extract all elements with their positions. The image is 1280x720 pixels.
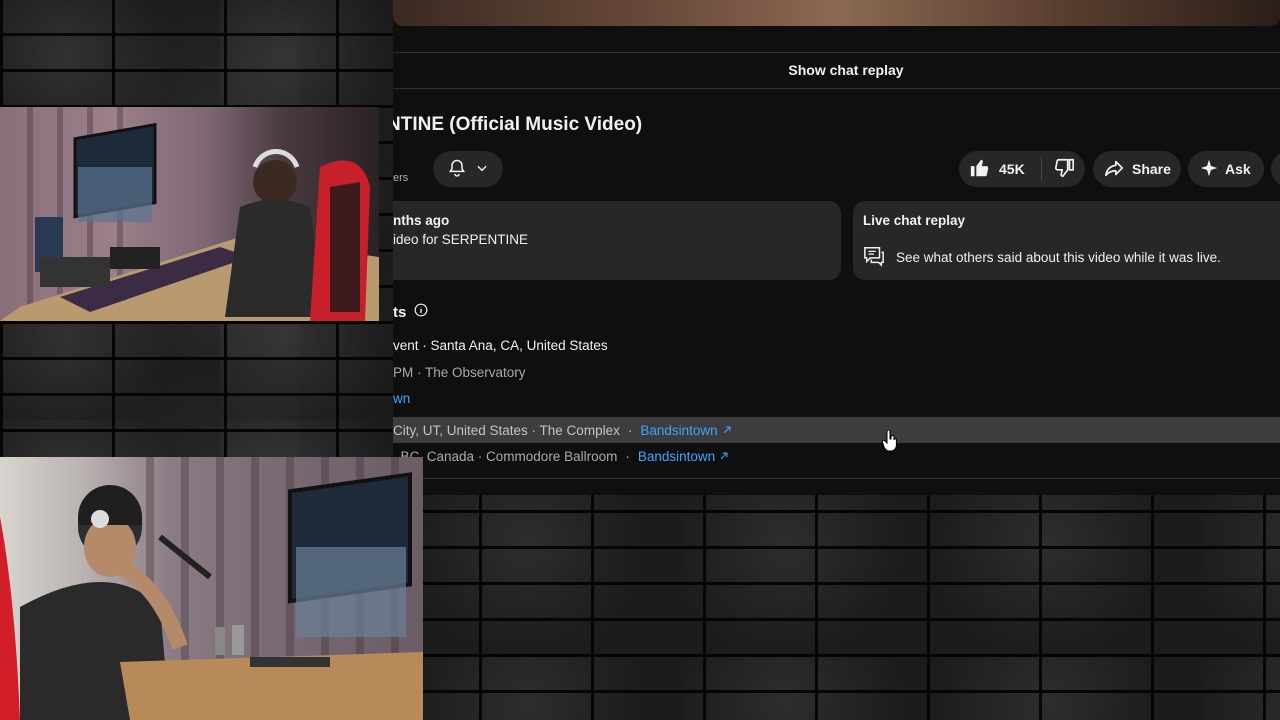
event-detail: PM · The Observatory	[393, 365, 526, 380]
share-label: Share	[1132, 161, 1171, 177]
info-icon[interactable]	[414, 303, 428, 321]
live-chat-replay-title: Live chat replay	[863, 213, 966, 228]
event-title: vent · Santa Ana, CA, United States	[393, 338, 608, 353]
live-chat-replay-text: See what others said about this video wh…	[896, 250, 1221, 265]
upload-date: nths ago	[393, 213, 450, 228]
share-icon	[1103, 157, 1125, 182]
thumbs-down-icon	[1053, 157, 1075, 182]
like-dislike-group: 45K	[959, 151, 1085, 187]
dislike-button[interactable]	[1042, 157, 1085, 182]
external-link-icon	[719, 449, 729, 464]
external-link-icon	[722, 423, 732, 438]
webcam-overlay-bottom	[0, 457, 423, 720]
notification-bell-button[interactable]	[433, 151, 503, 187]
chevron-down-icon	[475, 161, 489, 178]
hand-cursor-icon	[881, 429, 898, 457]
event-row[interactable]: City, UT, United States · The Complex · …	[393, 417, 1280, 443]
subscriber-count: ers	[393, 172, 409, 184]
like-count: 45K	[999, 161, 1025, 177]
share-button[interactable]: Share	[1093, 151, 1181, 187]
event-location: , BC, Canada · Commodore Ballroom	[393, 448, 618, 464]
divider	[393, 478, 1280, 479]
bell-icon	[447, 158, 467, 181]
live-chat-replay-row: See what others said about this video wh…	[863, 245, 1221, 270]
divider	[393, 52, 1280, 53]
thumbs-up-icon	[969, 157, 991, 182]
ask-label: Ask	[1225, 161, 1251, 177]
separator-dot: ·	[627, 422, 633, 438]
youtube-panel: Show chat replay NTINE (Official Music V…	[393, 0, 1280, 495]
description-card[interactable]: nths ago ideo for SERPENTINE	[393, 201, 841, 280]
bandsintown-label: Bandsintown	[640, 422, 718, 438]
more-actions-button[interactable]	[1271, 151, 1280, 187]
bandsintown-link[interactable]: Bandsintown	[640, 423, 731, 438]
events-heading-text: ts	[393, 303, 407, 321]
event-row[interactable]: , BC, Canada · Commodore Ballroom · Band…	[393, 443, 1280, 469]
like-button[interactable]: 45K	[959, 157, 1041, 182]
webcam-overlay-top	[0, 107, 379, 321]
description-text: ideo for SERPENTINE	[393, 232, 529, 247]
video-player-edge[interactable]	[393, 0, 1280, 26]
divider	[393, 88, 1280, 89]
live-chat-replay-card[interactable]: Live chat replay See what others said ab…	[853, 201, 1280, 280]
video-title: NTINE (Official Music Video)	[393, 114, 643, 135]
separator-dot: ·	[625, 448, 630, 464]
sparkle-icon	[1200, 159, 1218, 180]
ask-button[interactable]: Ask	[1188, 151, 1264, 187]
chat-bubble-icon	[863, 245, 885, 270]
show-chat-replay-button[interactable]: Show chat replay	[393, 55, 1280, 85]
bandsintown-link[interactable]: Bandsintown	[638, 449, 729, 464]
bandsintown-label: Bandsintown	[637, 448, 716, 464]
brick-background-bottom	[423, 495, 1280, 720]
event-location: City, UT, United States · The Complex	[393, 422, 620, 438]
events-heading: ts	[393, 303, 428, 321]
tickets-link[interactable]: wn	[393, 391, 410, 406]
